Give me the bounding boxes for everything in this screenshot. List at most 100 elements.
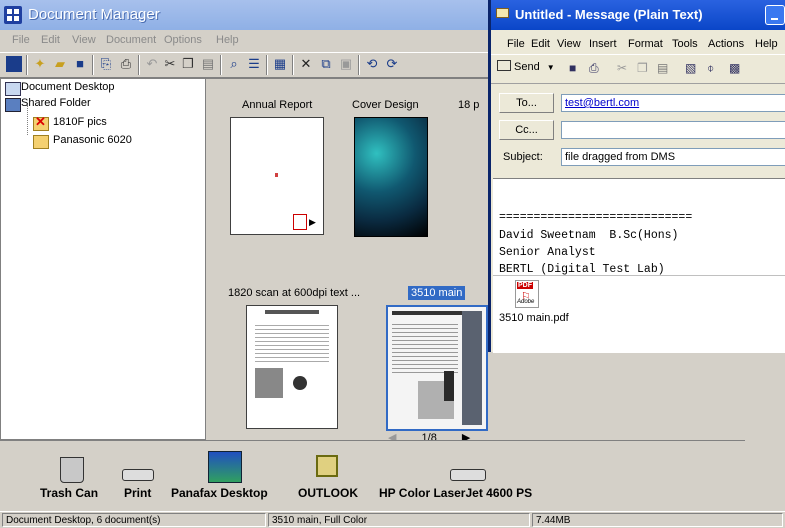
message-menu-format[interactable]: Format — [628, 38, 663, 50]
signature-name: David Sweetnam B.Sc(Hons) — [499, 229, 679, 242]
delete-icon[interactable]: ✕ — [298, 56, 314, 72]
details-view-icon[interactable]: ☰ — [246, 56, 262, 72]
document-thumbnail-3510-main[interactable] — [386, 305, 488, 431]
dock-item-hp-printer[interactable]: HP Color LaserJet 4600 PS — [379, 486, 532, 500]
message-menu-view[interactable]: View — [557, 38, 581, 50]
menu-options[interactable]: Options — [164, 34, 202, 46]
attachment-name[interactable]: 3510 main.pdf — [499, 312, 569, 324]
save-icon[interactable]: ■ — [569, 61, 576, 75]
dock-item-panafax-desktop[interactable]: Panafax Desktop — [171, 486, 268, 500]
message-menu-tools[interactable]: Tools — [672, 38, 698, 50]
toolbar-separator — [266, 55, 268, 75]
page-graphic — [293, 376, 307, 390]
scan-icon[interactable]: ⎘ — [98, 56, 114, 72]
dock-item-trash-can[interactable]: Trash Can — [40, 486, 98, 500]
send-button[interactable]: Send ▼ — [497, 60, 555, 73]
folder-x-icon: ✕ — [33, 114, 49, 131]
copy-icon[interactable]: ❐ — [637, 61, 648, 75]
message-body[interactable]: ============================ David Sweet… — [493, 178, 785, 353]
paste-icon[interactable]: ▤ — [200, 56, 216, 72]
document-thumbnail-1820-scan[interactable] — [246, 305, 338, 429]
document-label[interactable]: Cover Design — [352, 99, 419, 111]
envelope-icon — [496, 8, 509, 18]
signature-title: Senior Analyst — [499, 246, 596, 259]
tree-item-1810f-pics[interactable]: 1810F pics — [53, 116, 107, 128]
rotate-left-icon[interactable]: ⟲ — [364, 56, 380, 72]
properties-icon[interactable] — [6, 56, 22, 72]
to-recipient[interactable]: test@bertl.com — [565, 97, 639, 109]
message-menu-file[interactable]: File — [507, 38, 525, 50]
message-menubar: File Edit View Insert Format Tools Actio… — [491, 32, 785, 52]
folder-icon — [33, 135, 49, 149]
error-x-icon: ✕ — [35, 114, 46, 129]
pdf-file-icon[interactable]: PDF ⚐ Adobe — [515, 280, 539, 308]
cut-icon[interactable]: ✂ — [162, 56, 178, 72]
minimize-button[interactable] — [765, 5, 785, 25]
message-menu-actions[interactable]: Actions — [708, 38, 744, 50]
send-label: Send — [514, 61, 540, 73]
attachment-area: PDF ⚐ Adobe 3510 main.pdf — [493, 275, 785, 354]
save-icon[interactable]: ■ — [72, 56, 88, 72]
message-titlebar[interactable]: Untitled - Message (Plain Text) — [491, 0, 785, 30]
duplicate-icon[interactable]: ⧉ — [318, 56, 334, 72]
message-menu-edit[interactable]: Edit — [531, 38, 550, 50]
page-text-block — [255, 322, 329, 362]
document-label[interactable]: Annual Report — [242, 99, 312, 111]
attach-icon[interactable]: ⌽ — [707, 61, 714, 76]
to-field[interactable]: test@bertl.com — [561, 94, 785, 112]
menu-file[interactable]: File — [12, 34, 30, 46]
tree-connector — [27, 105, 29, 135]
tree-item-document-desktop[interactable]: Document Desktop — [21, 81, 115, 93]
document-desktop-icon — [5, 82, 21, 96]
message-menu-insert[interactable]: Insert — [589, 38, 617, 50]
cut-icon[interactable]: ✂ — [617, 61, 627, 75]
zoom-icon[interactable]: ⌕ — [226, 56, 242, 72]
menu-help[interactable]: Help — [216, 34, 239, 46]
rotate-right-icon[interactable]: ⟳ — [384, 56, 400, 72]
dock-item-print[interactable]: Print — [124, 486, 151, 500]
page-text-block — [392, 321, 458, 375]
paste-icon[interactable]: ▤ — [657, 61, 668, 75]
document-label[interactable]: 1820 scan at 600dpi text ... — [228, 287, 360, 299]
pdf-icon — [293, 214, 307, 230]
document-thumbnail-annual-report[interactable]: ▶ — [230, 117, 324, 235]
chevron-down-icon[interactable]: ▼ — [547, 63, 555, 72]
trash-can-icon — [60, 457, 84, 483]
message-menu-help[interactable]: Help — [755, 38, 778, 50]
page-person-photo — [444, 371, 454, 401]
page-heading — [265, 310, 319, 314]
stack-icon[interactable]: ▣ — [338, 56, 354, 72]
menu-edit[interactable]: Edit — [41, 34, 60, 46]
print-icon[interactable]: ⎙ — [589, 61, 599, 76]
adobe-label: Adobe — [517, 299, 535, 305]
undo-icon[interactable]: ↶ — [144, 56, 160, 72]
dock-item-outlook[interactable]: OUTLOOK — [298, 486, 358, 500]
toolbar-separator — [92, 55, 94, 75]
menu-document[interactable]: Document — [106, 34, 156, 46]
open-folder-icon[interactable]: ▰ — [52, 56, 68, 72]
document-label[interactable]: 18 p — [458, 99, 479, 111]
menu-view[interactable]: View — [72, 34, 96, 46]
new-icon[interactable]: ✦ — [32, 56, 48, 72]
address-book-icon[interactable]: ▧ — [685, 61, 696, 75]
print-icon[interactable]: ⎙ — [118, 56, 134, 72]
subject-field[interactable]: file dragged from DMS — [561, 148, 785, 166]
copy-icon[interactable]: ❐ — [180, 56, 196, 72]
check-names-icon[interactable]: ▩ — [729, 61, 740, 75]
cc-button[interactable]: Cc... — [499, 120, 554, 140]
toolbar-separator — [26, 55, 28, 75]
panafax-desktop-icon — [208, 451, 242, 483]
status-bar: Document Desktop, 6 document(s) 3510 mai… — [0, 511, 785, 528]
tree-item-panasonic-6020[interactable]: Panasonic 6020 — [53, 134, 132, 146]
send-icon — [497, 60, 511, 71]
pdf-badge: PDF — [517, 282, 533, 289]
document-label-selected[interactable]: 3510 main — [408, 286, 466, 300]
status-size: 7.44MB — [532, 513, 783, 527]
to-button[interactable]: To... — [499, 93, 554, 113]
thumbnail-view-icon[interactable]: ▦ — [272, 56, 288, 72]
document-thumbnail-cover-design[interactable] — [354, 117, 428, 237]
tree-item-shared-folder[interactable]: Shared Folder — [21, 97, 91, 109]
shared-folder-icon — [5, 98, 21, 112]
cc-field[interactable] — [561, 121, 785, 139]
toolbar-separator — [220, 55, 222, 75]
